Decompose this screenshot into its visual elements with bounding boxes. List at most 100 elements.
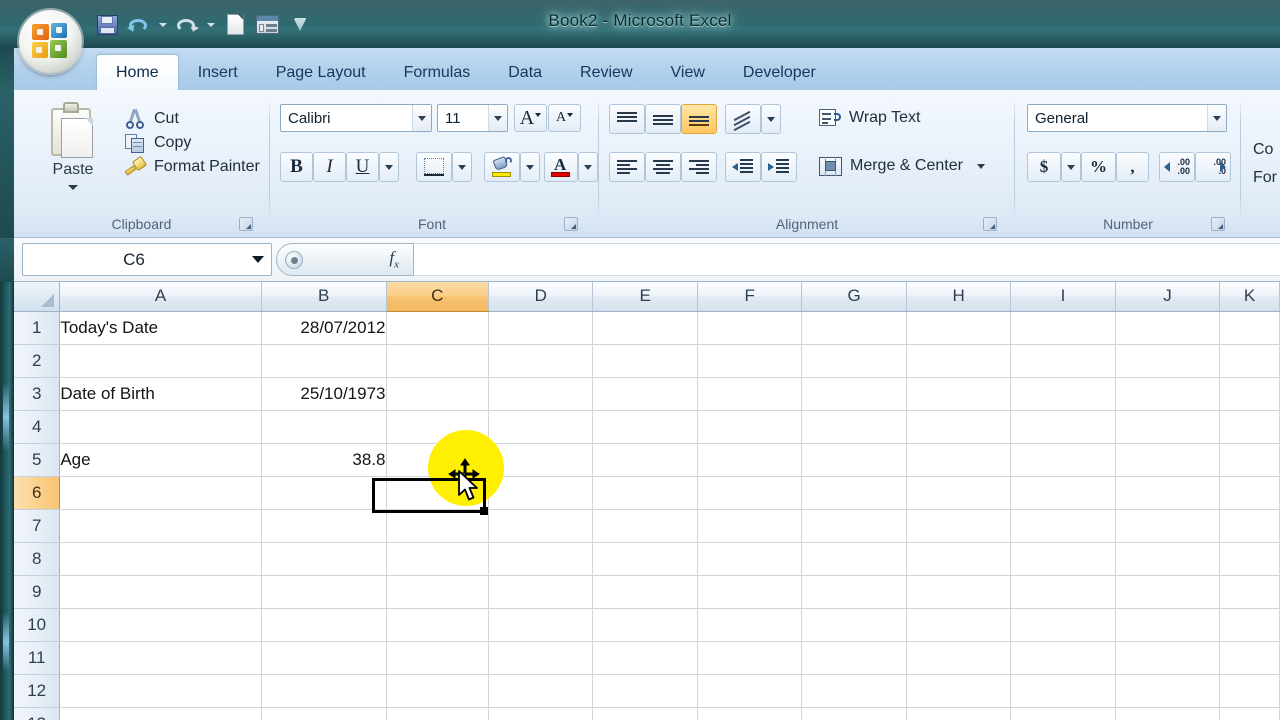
cell-f2[interactable] bbox=[697, 344, 803, 378]
new-document-button[interactable] bbox=[220, 10, 250, 40]
cell-k9[interactable] bbox=[1219, 575, 1280, 609]
cell-d3[interactable] bbox=[488, 377, 594, 411]
cell-c9[interactable] bbox=[386, 575, 490, 609]
cell-d2[interactable] bbox=[488, 344, 594, 378]
row-header-6[interactable]: 6 bbox=[14, 476, 61, 510]
increase-indent-button[interactable] bbox=[761, 152, 797, 182]
cell-a7[interactable] bbox=[59, 509, 262, 543]
row-header-13[interactable]: 13 bbox=[14, 707, 61, 720]
align-left-button[interactable] bbox=[609, 152, 645, 182]
cell-g8[interactable] bbox=[801, 542, 907, 576]
number-dialog-launcher[interactable] bbox=[1211, 217, 1225, 231]
cell-b7[interactable] bbox=[261, 509, 387, 543]
cell-h3[interactable] bbox=[906, 377, 1012, 411]
decrease-decimal-button[interactable]: .00 .0 bbox=[1195, 152, 1231, 182]
cell-a12[interactable] bbox=[59, 674, 262, 708]
clipboard-dialog-launcher[interactable] bbox=[239, 217, 253, 231]
cell-b4[interactable] bbox=[261, 410, 387, 444]
font-color-button[interactable]: A bbox=[544, 152, 578, 182]
cell-i4[interactable] bbox=[1010, 410, 1116, 444]
cell-a4[interactable] bbox=[59, 410, 262, 444]
tab-review[interactable]: Review bbox=[561, 56, 651, 90]
cell-b12[interactable] bbox=[261, 674, 387, 708]
cell-e8[interactable] bbox=[592, 542, 698, 576]
cell-e2[interactable] bbox=[592, 344, 698, 378]
cell-c3[interactable] bbox=[386, 377, 490, 411]
cell-h13[interactable] bbox=[906, 707, 1012, 720]
office-button[interactable] bbox=[19, 10, 82, 73]
align-right-button[interactable] bbox=[681, 152, 717, 182]
redo-dropdown[interactable] bbox=[204, 10, 218, 40]
align-center-button[interactable] bbox=[645, 152, 681, 182]
cell-d6[interactable] bbox=[488, 476, 594, 510]
borders-dropdown[interactable] bbox=[452, 152, 472, 182]
row-header-3[interactable]: 3 bbox=[14, 377, 61, 411]
cell-e5[interactable] bbox=[592, 443, 698, 477]
cell-b11[interactable] bbox=[261, 641, 387, 675]
cell-i12[interactable] bbox=[1010, 674, 1116, 708]
cell-h11[interactable] bbox=[906, 641, 1012, 675]
cell-i3[interactable] bbox=[1010, 377, 1116, 411]
cell-f9[interactable] bbox=[697, 575, 803, 609]
cell-e10[interactable] bbox=[592, 608, 698, 642]
column-header-c[interactable]: C bbox=[386, 282, 490, 312]
insert-function-area[interactable]: fx bbox=[276, 243, 414, 276]
row-header-9[interactable]: 9 bbox=[14, 575, 61, 609]
cell-i10[interactable] bbox=[1010, 608, 1116, 642]
cell-b5[interactable]: 38.8 bbox=[261, 443, 387, 477]
merge-center-button[interactable]: Merge & Center bbox=[819, 153, 985, 179]
cell-d12[interactable] bbox=[488, 674, 594, 708]
cell-b1[interactable]: 28/07/2012 bbox=[261, 311, 387, 345]
cell-c11[interactable] bbox=[386, 641, 490, 675]
print-preview-button[interactable] bbox=[252, 10, 282, 40]
cell-e4[interactable] bbox=[592, 410, 698, 444]
cell-k12[interactable] bbox=[1219, 674, 1280, 708]
cell-j1[interactable] bbox=[1115, 311, 1221, 345]
number-format-select[interactable]: General bbox=[1027, 104, 1227, 132]
column-header-g[interactable]: G bbox=[801, 282, 907, 312]
align-middle-button[interactable] bbox=[645, 104, 681, 134]
alignment-dialog-launcher[interactable] bbox=[983, 217, 997, 231]
cell-f4[interactable] bbox=[697, 410, 803, 444]
cell-k6[interactable] bbox=[1219, 476, 1280, 510]
font-color-dropdown[interactable] bbox=[578, 152, 598, 182]
cell-f3[interactable] bbox=[697, 377, 803, 411]
copy-button[interactable]: Copy bbox=[124, 130, 191, 156]
percent-button[interactable]: % bbox=[1081, 152, 1116, 182]
cell-j4[interactable] bbox=[1115, 410, 1221, 444]
cell-k10[interactable] bbox=[1219, 608, 1280, 642]
cell-k11[interactable] bbox=[1219, 641, 1280, 675]
undo-dropdown[interactable] bbox=[156, 10, 170, 40]
borders-button[interactable] bbox=[416, 152, 452, 182]
underline-button[interactable]: U bbox=[346, 152, 379, 182]
row-header-1[interactable]: 1 bbox=[14, 311, 61, 345]
tab-developer[interactable]: Developer bbox=[724, 56, 835, 90]
column-header-j[interactable]: J bbox=[1115, 282, 1221, 312]
tab-view[interactable]: View bbox=[652, 56, 724, 90]
column-header-e[interactable]: E bbox=[592, 282, 698, 312]
name-box[interactable]: C6 bbox=[22, 243, 272, 276]
cell-d7[interactable] bbox=[488, 509, 594, 543]
increase-decimal-button[interactable]: .00 .00 bbox=[1159, 152, 1195, 182]
fill-color-dropdown[interactable] bbox=[520, 152, 540, 182]
fill-color-button[interactable] bbox=[484, 152, 520, 182]
cell-f13[interactable] bbox=[697, 707, 803, 720]
cell-i8[interactable] bbox=[1010, 542, 1116, 576]
cut-button[interactable]: Cut bbox=[124, 106, 179, 132]
cell-i1[interactable] bbox=[1010, 311, 1116, 345]
row-header-12[interactable]: 12 bbox=[14, 674, 61, 708]
cell-c8[interactable] bbox=[386, 542, 490, 576]
cell-h8[interactable] bbox=[906, 542, 1012, 576]
column-header-f[interactable]: F bbox=[697, 282, 803, 312]
cell-i11[interactable] bbox=[1010, 641, 1116, 675]
cell-c7[interactable] bbox=[386, 509, 490, 543]
cell-g5[interactable] bbox=[801, 443, 907, 477]
cell-c12[interactable] bbox=[386, 674, 490, 708]
cell-e6[interactable] bbox=[592, 476, 698, 510]
cell-b9[interactable] bbox=[261, 575, 387, 609]
cell-f7[interactable] bbox=[697, 509, 803, 543]
cell-e11[interactable] bbox=[592, 641, 698, 675]
cell-d9[interactable] bbox=[488, 575, 594, 609]
cell-i9[interactable] bbox=[1010, 575, 1116, 609]
cell-b6[interactable] bbox=[261, 476, 387, 510]
